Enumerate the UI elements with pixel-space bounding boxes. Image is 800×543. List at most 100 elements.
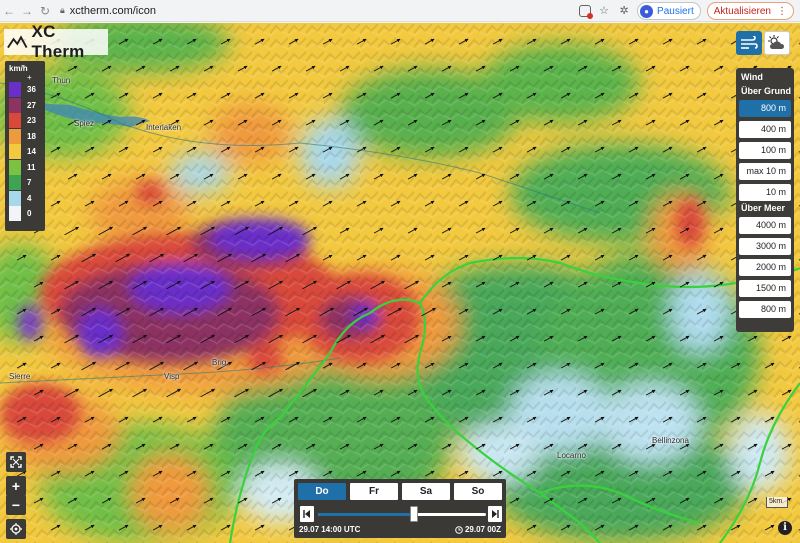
xctherm-logo[interactable]: XC Therm: [4, 23, 108, 61]
time-slider[interactable]: [298, 504, 502, 524]
update-button[interactable]: Aktualisieren ⋮: [706, 2, 794, 20]
legend-row: 11: [7, 159, 43, 176]
legend-value: 11: [27, 162, 36, 172]
url-text: xctherm.com/icon: [69, 4, 156, 17]
legend-value: 18: [27, 131, 36, 141]
skip-back-icon: [303, 510, 310, 518]
zoom-in-button[interactable]: +: [6, 476, 26, 496]
altitude-amsl-button[interactable]: 3000 m: [739, 238, 791, 255]
place-label: Brig: [212, 358, 227, 367]
camera-blocked-icon[interactable]: [579, 5, 594, 19]
wind-speed-legend: km/h + 36 27 23 18 14 11 7 4 0: [5, 61, 45, 231]
altitude-agl-button[interactable]: 10 m: [739, 184, 791, 201]
legend-row: 4: [7, 190, 43, 207]
altitude-agl-button[interactable]: 800 m: [739, 100, 791, 117]
clock-icon: [455, 525, 463, 534]
place-label: Thun: [52, 76, 71, 85]
altitude-amsl-button[interactable]: 800 m: [739, 301, 791, 318]
legend-swatch: [9, 206, 21, 222]
slider-thumb[interactable]: [409, 506, 418, 522]
fullscreen-icon: [10, 456, 22, 468]
legend-plus: +: [27, 73, 32, 82]
lock-icon: 🔒︎: [60, 5, 65, 15]
extensions-icon[interactable]: ✲: [617, 4, 631, 18]
day-tab[interactable]: So: [454, 483, 502, 500]
logo-text: XC Therm: [31, 23, 85, 61]
place-label: Interlaken: [146, 123, 182, 132]
legend-swatch: [9, 175, 21, 191]
legend-swatch: [9, 159, 21, 175]
skip-forward-icon: [492, 510, 499, 518]
back-icon[interactable]: ←: [0, 4, 18, 18]
legend-row: 18: [7, 128, 43, 145]
legend-row: 7: [7, 175, 43, 191]
day-tab[interactable]: Fr: [350, 483, 398, 500]
profile-paused-button[interactable]: ● Pausiert: [637, 2, 701, 20]
current-time: 29.07 14:00 UTC: [299, 525, 361, 534]
sun-cloud-icon: [768, 35, 784, 49]
legend-swatch: [9, 190, 21, 206]
above-ground-heading: Über Grund: [741, 86, 792, 96]
altitude-amsl-button[interactable]: 2000 m: [739, 259, 791, 276]
step-forward-button[interactable]: [488, 506, 502, 522]
altitude-amsl-button[interactable]: 4000 m: [739, 217, 791, 234]
place-label: Locarno: [557, 451, 586, 460]
legend-swatch: [9, 97, 21, 113]
altitude-agl-button[interactable]: 400 m: [739, 121, 791, 138]
step-back-button[interactable]: [300, 506, 314, 522]
day-tab[interactable]: Sa: [402, 483, 450, 500]
legend-value: 23: [27, 116, 36, 126]
legend-value: 4: [27, 193, 32, 203]
wind-mode-button[interactable]: [736, 31, 762, 55]
wind-icon: [741, 36, 758, 49]
legend-swatch: [9, 82, 21, 98]
legend-unit: km/h: [9, 64, 28, 73]
crosshair-icon: [10, 523, 22, 535]
legend-swatch: [9, 128, 21, 144]
map-scale: 5km: [766, 497, 788, 508]
paused-label: Pausiert: [657, 5, 694, 17]
altitude-panel: Wind Über Grund 800 m 400 m 100 m max 10 m 1…: [736, 68, 794, 332]
day-tab[interactable]: Do: [298, 483, 346, 500]
legend-row: 36: [7, 82, 43, 98]
altitude-agl-button[interactable]: 100 m: [739, 142, 791, 159]
slider-track[interactable]: [318, 513, 486, 516]
map-canvas[interactable]: [0, 23, 800, 543]
legend-row: 0: [7, 206, 43, 222]
wind-map[interactable]: Thun Spiez Interlaken Sierre Visp Brig L…: [0, 23, 800, 543]
legend-row: 23: [7, 113, 43, 129]
locate-button[interactable]: [6, 519, 26, 539]
fullscreen-button[interactable]: [6, 452, 26, 472]
zoom-out-button[interactable]: −: [6, 495, 26, 515]
update-label: Aktualisieren: [713, 5, 771, 17]
place-label: Visp: [164, 372, 180, 381]
wind-panel-title: Wind: [741, 72, 763, 82]
place-label: Spiez: [74, 119, 95, 128]
star-icon[interactable]: ☆: [597, 4, 611, 18]
mountain-logo-icon: [7, 35, 28, 49]
legend-value: 27: [27, 100, 36, 110]
place-label: Sierre: [9, 372, 31, 381]
forward-icon[interactable]: →: [18, 4, 36, 18]
slider-fill: [318, 513, 414, 516]
legend-value: 7: [27, 178, 32, 188]
browser-toolbar: ← → ↻ 🔒︎ xctherm.com/icon ☆ ✲ ● Pausiert…: [0, 0, 800, 22]
reload-icon[interactable]: ↻: [36, 4, 54, 18]
legend-value: 14: [27, 147, 36, 157]
time-panel: Do Fr Sa So 29.07 14:00 UTC 29.07 00Z: [294, 479, 506, 538]
model-run-time: 29.07 00Z: [464, 525, 501, 534]
more-menu-icon: ⋮: [777, 5, 787, 17]
legend-swatch: [9, 144, 21, 160]
address-bar[interactable]: 🔒︎ xctherm.com/icon: [60, 2, 156, 20]
altitude-amsl-button[interactable]: 1500 m: [739, 280, 791, 297]
legend-value: 36: [27, 85, 36, 95]
legend-row: 27: [7, 97, 43, 114]
avatar-icon: ●: [640, 4, 654, 18]
legend-row: 14: [7, 144, 43, 160]
info-button[interactable]: i: [778, 521, 792, 535]
altitude-agl-button[interactable]: max 10 m: [739, 163, 791, 180]
legend-value: 0: [27, 209, 32, 219]
thermal-mode-button[interactable]: [764, 31, 790, 55]
above-sea-heading: Über Meer: [741, 203, 786, 213]
legend-swatch: [9, 113, 21, 129]
